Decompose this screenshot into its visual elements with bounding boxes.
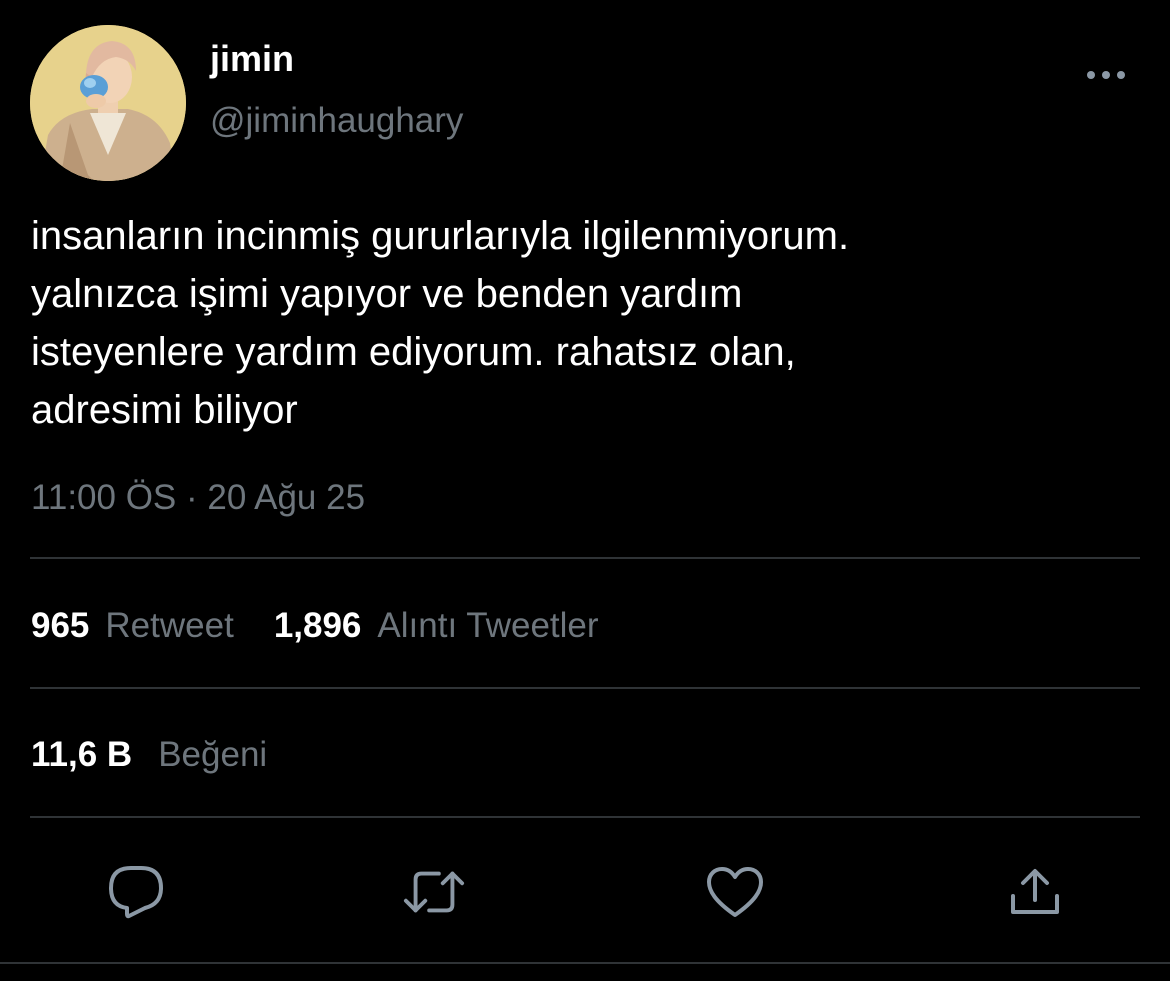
retweet-button[interactable] xyxy=(402,860,466,924)
user-handle[interactable]: @jiminhaughary xyxy=(210,101,463,141)
likes-count[interactable]: 11,6 B xyxy=(31,735,132,775)
more-options-button[interactable] xyxy=(1083,60,1129,90)
more-options-icon xyxy=(1087,71,1125,79)
reply-icon xyxy=(109,866,163,919)
divider xyxy=(30,557,1140,559)
divider xyxy=(0,962,1170,964)
like-button[interactable] xyxy=(703,860,767,924)
retweet-stats-row: 965 Retweet 1,896 Alıntı Tweetler xyxy=(31,606,599,646)
reply-button[interactable] xyxy=(104,860,168,924)
likes-stats-row: 11,6 B Beğeni xyxy=(31,735,267,775)
tweet-timestamp[interactable]: 11:00 ÖS · 20 Ağu 25 xyxy=(31,478,365,518)
tweet-text: insanların incinmiş gururlarıyla ilgilen… xyxy=(31,214,850,432)
retweets-label[interactable]: Retweet xyxy=(105,606,233,646)
divider xyxy=(30,816,1140,818)
like-icon xyxy=(707,867,763,917)
retweets-count[interactable]: 965 xyxy=(31,606,89,646)
divider xyxy=(30,687,1140,689)
likes-label[interactable]: Beğeni xyxy=(158,735,267,775)
display-name[interactable]: jimin xyxy=(210,38,294,80)
tweet-detail: jimin @jiminhaughary insanların incinmiş… xyxy=(0,0,1170,981)
quotes-count[interactable]: 1,896 xyxy=(274,606,362,646)
share-button[interactable] xyxy=(1003,860,1067,924)
quotes-label[interactable]: Alıntı Tweetler xyxy=(377,606,598,646)
share-icon xyxy=(1011,869,1059,914)
profile-photo-icon xyxy=(30,25,186,181)
avatar[interactable] xyxy=(30,25,186,181)
retweet-icon xyxy=(403,871,465,913)
